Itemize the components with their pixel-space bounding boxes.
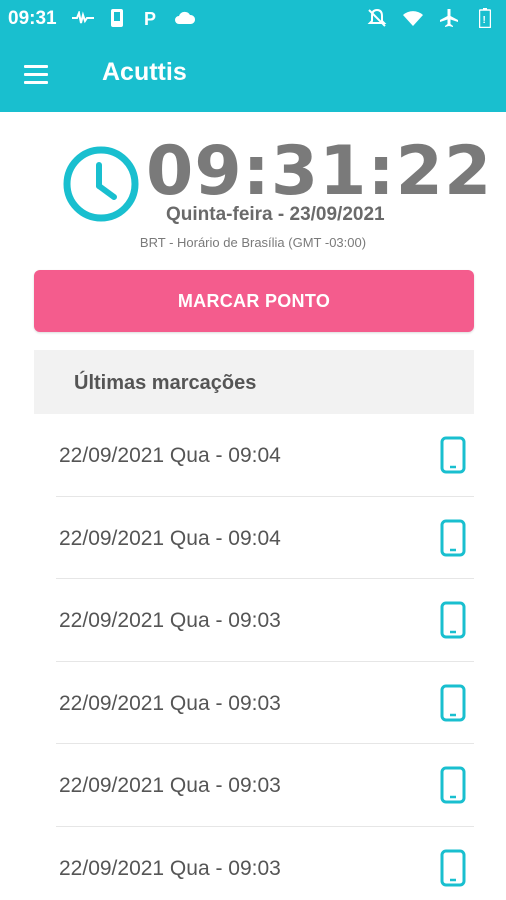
- pulse-icon: [72, 7, 94, 29]
- smartphone-icon: [440, 684, 466, 721]
- clock-area: 09:31:22 Quinta-feira - 23/09/2021 BRT -…: [0, 112, 506, 262]
- smartphone-icon: [440, 601, 466, 639]
- list-item-label: 22/09/2021 Qua - 09:03: [59, 609, 281, 632]
- smartphone-icon: [440, 849, 466, 886]
- list-item-label: 22/09/2021 Qua - 09:04: [59, 526, 281, 550]
- list-item[interactable]: 22/09/2021 Qua - 09:03: [34, 827, 474, 900]
- app-title: Acuttis: [102, 58, 187, 86]
- list-item-label: 22/09/2021 Qua - 09:04: [59, 444, 281, 467]
- history-title: Últimas marcações: [74, 372, 257, 394]
- list-item-label: 22/09/2021 Qua - 09:03: [59, 774, 281, 797]
- status-icons-right: !: [366, 7, 496, 29]
- app-bar: Acuttis: [0, 36, 506, 112]
- status-bar: 09:31 P !: [0, 0, 506, 36]
- notifications-off-icon: [366, 7, 388, 29]
- phone-icon: [106, 7, 128, 29]
- smartphone-icon: [440, 766, 466, 804]
- top-bar: 09:31 P ! Acuttis: [0, 0, 506, 112]
- wifi-icon: [402, 7, 424, 29]
- history-list: 22/09/2021 Qua - 09:04 22/09/2021 Qua - …: [34, 414, 474, 900]
- timezone-label: BRT - Horário de Brasília (GMT -03:00): [139, 235, 367, 250]
- parking-icon: P: [140, 7, 162, 29]
- list-item[interactable]: 22/09/2021 Qua - 09:03: [34, 662, 474, 744]
- mark-time-button[interactable]: MARCAR PONTO: [34, 270, 474, 332]
- current-time: 09:31:22: [146, 132, 493, 211]
- list-item-label: 22/09/2021 Qua - 09:03: [59, 691, 281, 715]
- smartphone-icon: [440, 436, 466, 474]
- clock-icon: [62, 145, 140, 223]
- list-item-label: 22/09/2021 Qua - 09:03: [59, 856, 281, 880]
- menu-icon[interactable]: [18, 56, 54, 92]
- smartphone-icon: [440, 519, 466, 556]
- svg-text:P: P: [144, 9, 156, 27]
- history-header: Últimas marcações: [34, 350, 474, 414]
- cloud-icon: [174, 7, 196, 29]
- list-item[interactable]: 22/09/2021 Qua - 09:03: [34, 579, 474, 662]
- list-item[interactable]: 22/09/2021 Qua - 09:04: [34, 497, 474, 579]
- airplane-icon: [438, 7, 460, 29]
- list-item[interactable]: 22/09/2021 Qua - 09:03: [34, 744, 474, 827]
- svg-text:!: !: [483, 15, 486, 26]
- current-date: Quinta-feira - 23/09/2021: [166, 204, 385, 225]
- status-time: 09:31: [8, 8, 57, 29]
- battery-icon: !: [474, 7, 496, 29]
- list-item[interactable]: 22/09/2021 Qua - 09:04: [34, 414, 474, 497]
- status-icons-left: P: [72, 7, 196, 29]
